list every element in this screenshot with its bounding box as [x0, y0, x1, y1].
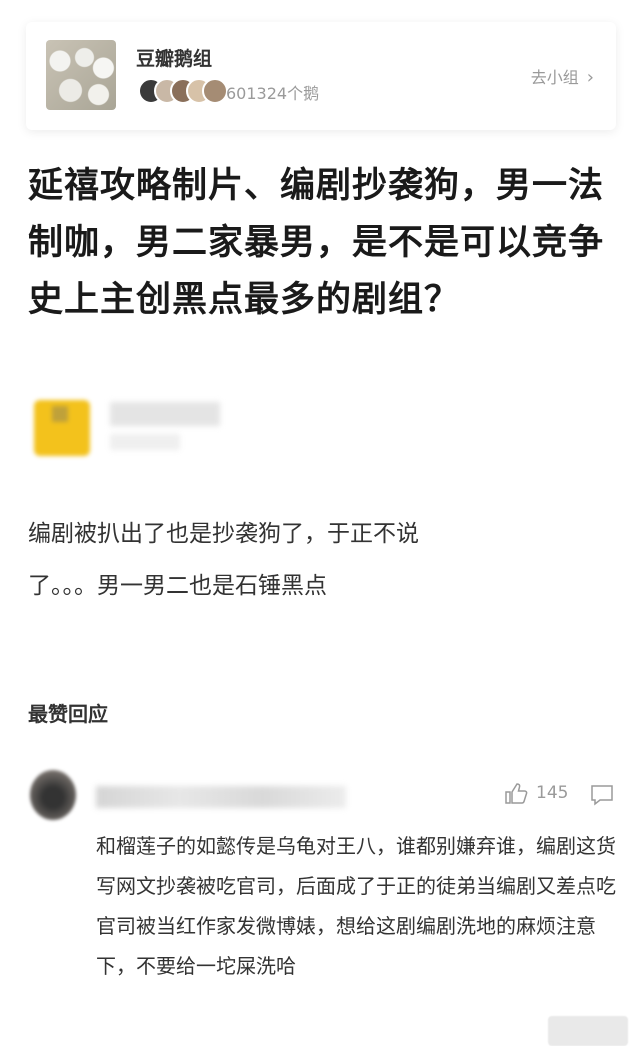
goto-group-label: 去小组	[530, 68, 579, 87]
post-body: 编剧被扒出了也是抄袭狗了，于正不说 了。。。男一男二也是石锤黑点	[28, 508, 548, 612]
group-name[interactable]: 豆瓣鹅组	[136, 44, 212, 71]
group-avatar[interactable]	[46, 40, 116, 110]
like-count: 145	[536, 783, 569, 803]
member-avatar	[202, 78, 228, 104]
reply-body: 和榴莲子的如懿传是乌龟对王八，谁都别嫌弃谁，编剧这货写网文抄袭被吃官司，后面成了…	[96, 834, 616, 978]
post-body-line: 了。。。男一男二也是石锤黑点	[28, 573, 327, 599]
top-replies-heading: 最赞回应	[28, 702, 108, 726]
chevron-right-icon: ›	[586, 67, 594, 88]
comment-icon	[591, 785, 613, 806]
poster-avatar[interactable]	[34, 400, 90, 456]
thumbs-up-icon	[505, 783, 528, 804]
page-indicator	[548, 1016, 628, 1046]
group-card[interactable]: 豆瓣鹅组 601324个鹅 去小组 ›	[26, 22, 616, 130]
post-title: 延禧攻略制片、编剧抄袭狗，男一法制咖，男二家暴男，是不是可以竞争史上主创黑点最多…	[28, 166, 605, 320]
post-body-line: 编剧被扒出了也是抄袭狗了，于正不说	[28, 521, 419, 547]
member-count: 601324个鹅	[226, 84, 320, 103]
reply-avatar[interactable]	[30, 770, 76, 820]
poster-meta-redacted	[110, 434, 180, 450]
poster-name-redacted	[110, 402, 220, 426]
like-button[interactable]: 145	[504, 782, 568, 804]
reply-comment-button[interactable]	[590, 784, 614, 810]
reply-author-redacted	[96, 786, 346, 808]
goto-group-link[interactable]: 去小组 ›	[531, 64, 594, 88]
